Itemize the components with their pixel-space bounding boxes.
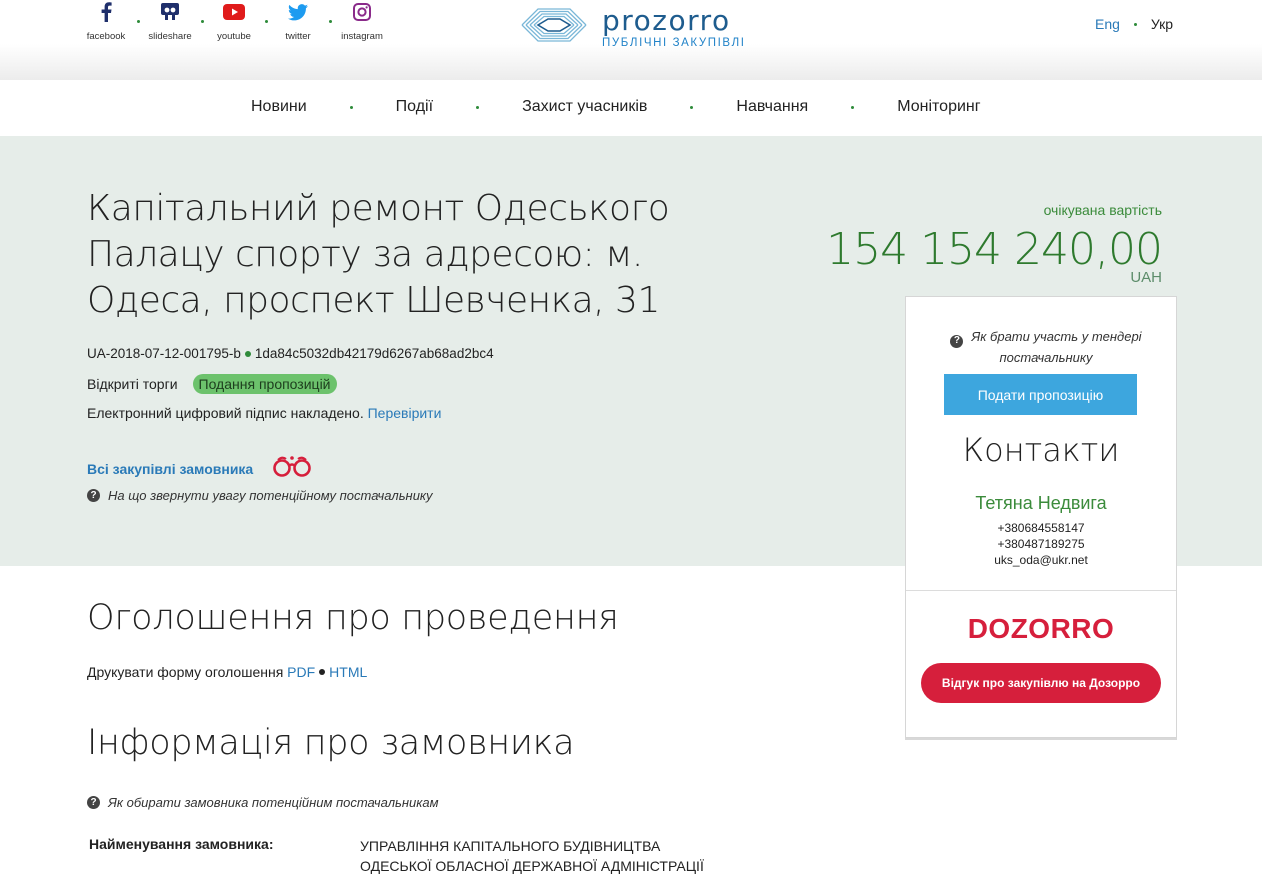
- logo-name: prozorro: [602, 3, 731, 37]
- tender-id: UA-2018-07-12-001795-b: [87, 346, 241, 361]
- print-form-row: Друкувати форму оголошення PDF HTML: [87, 664, 367, 680]
- all-purchases-link[interactable]: Всі закупівлі замовника: [87, 461, 253, 477]
- contact-name: Тетяна Недвига: [975, 493, 1107, 513]
- signature-row: Електронний цифровий підпис накладено. П…: [87, 405, 441, 421]
- separator-dot: [476, 105, 480, 109]
- social-label: twitter: [285, 31, 311, 42]
- nav-item-participant-protection[interactable]: Захист учасників: [522, 98, 647, 116]
- logo-text: prozorro ПУБЛІЧНІ ЗАКУПІВЛІ: [602, 3, 746, 49]
- instagram-icon: [353, 0, 371, 24]
- lang-eng-link[interactable]: Eng: [1095, 16, 1120, 32]
- twitter-icon: [288, 0, 308, 24]
- prozorro-mark-icon: [518, 2, 590, 53]
- status-badge: Подання пропозицій: [192, 374, 337, 394]
- customer-name-line-1: УПРАВЛІННЯ КАПІТАЛЬНОГО БУДІВНИЦТВА: [360, 838, 661, 854]
- separator-dot: [1133, 22, 1137, 26]
- youtube-icon: [223, 0, 245, 24]
- separator-dot: [319, 669, 326, 676]
- social-label: youtube: [217, 31, 251, 42]
- tender-title: Капітальний ремонт Одеського Палацу спор…: [87, 188, 670, 321]
- question-icon: ?: [950, 334, 964, 348]
- prozorro-logo[interactable]: prozorro ПУБЛІЧНІ ЗАКУПІВЛІ: [518, 2, 746, 53]
- main-nav: Новини Події Захист учасників Навчання М…: [0, 80, 1262, 136]
- dozorro-logo: DOZORRO: [967, 613, 1115, 644]
- howto-hint-text: Як брати участь у тендері постачальнику: [971, 329, 1142, 365]
- social-youtube-link[interactable]: youtube: [210, 0, 258, 42]
- social-instagram-link[interactable]: instagram: [338, 0, 386, 42]
- print-pdf-link[interactable]: PDF: [287, 664, 315, 680]
- facebook-icon: [100, 0, 112, 24]
- separator-dot: [130, 0, 146, 24]
- nav-item-events[interactable]: Події: [396, 98, 433, 116]
- attention-hint-text: На що звернути увагу потенційному постач…: [108, 488, 433, 503]
- tender-identifier: UA-2018-07-12-001795-b 1da84c5032db42179d…: [87, 346, 494, 361]
- tender-hash: 1da84c5032db42179d6267ab68ad2bc4: [254, 346, 494, 361]
- customer-name-line-2: ОДЕСЬКОЇ ОБЛАСНОЇ ДЕРЖАВНОЇ АДМІНІСТРАЦІ…: [360, 858, 704, 874]
- customer-name-label: Найменування замовника:: [89, 836, 274, 852]
- contact-phone-1: +380684558147: [997, 521, 1085, 535]
- contact-email: uks_oda@ukr.net: [994, 553, 1088, 567]
- price-currency: UAH: [1130, 269, 1162, 286]
- lang-ukr-link[interactable]: Укр: [1151, 16, 1173, 32]
- price-label: очікувана вартість: [1043, 202, 1162, 218]
- slideshare-icon: [160, 0, 180, 24]
- question-icon: ?: [87, 489, 100, 502]
- social-twitter-link[interactable]: twitter: [274, 0, 322, 42]
- tender-sidebar-card: ? Як брати участь у тендері постачальнику…: [905, 296, 1177, 738]
- separator-dot: [194, 0, 210, 24]
- customer-hint[interactable]: ? Як обирати замовника потенційним поста…: [87, 795, 439, 810]
- print-html-link[interactable]: HTML: [329, 664, 367, 680]
- dozorro-feedback-button[interactable]: Відгук про закупівлю на Дозорро: [921, 663, 1161, 703]
- social-links: facebook slideshare youtube twitter inst…: [82, 0, 386, 42]
- divider: [906, 590, 1176, 591]
- separator-dot: [690, 105, 694, 109]
- submit-proposal-button[interactable]: Подати пропозицію: [944, 374, 1137, 415]
- all-purchases-row: Всі закупівлі замовника: [87, 454, 313, 483]
- question-icon: ?: [87, 796, 100, 809]
- social-facebook-link[interactable]: facebook: [82, 0, 130, 42]
- nav-list: Новини Події Захист учасників Навчання М…: [251, 98, 981, 116]
- separator-dot: [244, 350, 251, 357]
- social-label: slideshare: [148, 31, 192, 42]
- procedure-type: Відкриті торги: [87, 376, 178, 392]
- top-header: facebook slideshare youtube twitter inst…: [0, 0, 1262, 80]
- customer-name-value: УПРАВЛІННЯ КАПІТАЛЬНОГО БУДІВНИЦТВА ОДЕС…: [360, 836, 704, 876]
- social-slideshare-link[interactable]: slideshare: [146, 0, 194, 42]
- logo-subtitle: ПУБЛІЧНІ ЗАКУПІВЛІ: [602, 36, 746, 49]
- contacts-heading: Контакти: [962, 431, 1120, 469]
- social-label: instagram: [341, 31, 383, 42]
- announcement-heading: Оголошення про проведення: [87, 598, 619, 638]
- binoculars-icon[interactable]: [271, 454, 313, 483]
- separator-dot: [349, 105, 353, 109]
- howto-hint[interactable]: ? Як брати участь у тендері постачальнику: [936, 327, 1156, 368]
- verify-signature-link[interactable]: Перевірити: [368, 405, 442, 421]
- social-label: facebook: [86, 31, 126, 42]
- customer-hint-text: Як обирати замовника потенційним постача…: [108, 795, 439, 810]
- separator-dot: [851, 105, 855, 109]
- language-switcher: Eng Укр: [1095, 16, 1173, 32]
- separator-dot: [322, 0, 338, 24]
- attention-hint[interactable]: ? На що звернути увагу потенційному пост…: [87, 488, 433, 503]
- customer-heading: Інформація про замовника: [87, 723, 575, 763]
- nav-item-monitoring[interactable]: Моніторинг: [897, 98, 980, 116]
- separator-dot: [258, 0, 274, 24]
- nav-item-news[interactable]: Новини: [251, 98, 307, 116]
- contact-phone-2: +380487189275: [997, 537, 1085, 551]
- procedure-row: Відкриті торги Подання пропозицій: [87, 374, 337, 394]
- signature-text: Електронний цифровий підпис накладено.: [87, 405, 364, 421]
- price-value: 154 154 240,00: [826, 224, 1163, 275]
- print-form-label: Друкувати форму оголошення: [87, 664, 284, 680]
- nav-item-training[interactable]: Навчання: [736, 98, 808, 116]
